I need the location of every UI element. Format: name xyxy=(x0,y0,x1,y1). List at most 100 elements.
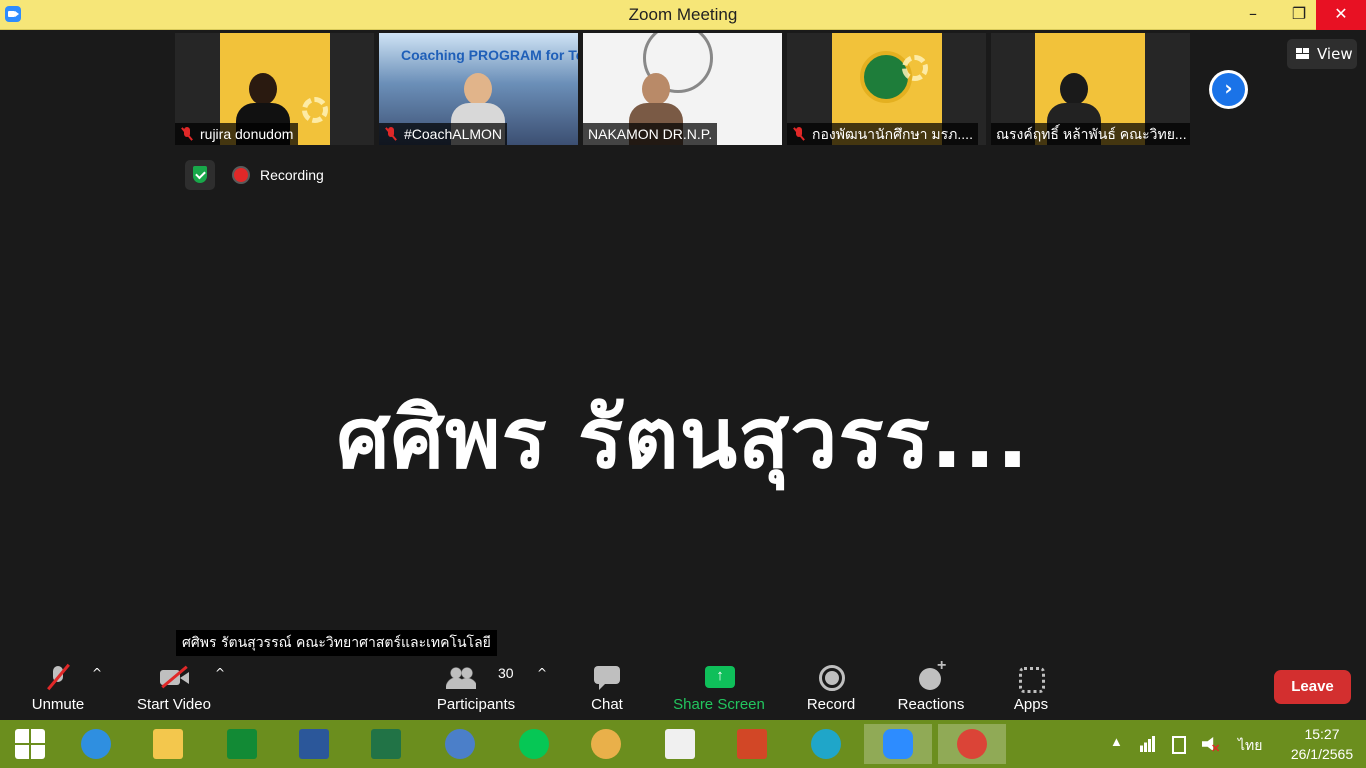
participant-name-bar: rujira donudom xyxy=(175,123,299,145)
share-screen-button[interactable]: ↑ Share Screen xyxy=(668,658,770,720)
start-video-label: Start Video xyxy=(137,696,211,713)
participant-tile[interactable]: กองพัฒนานักศึกษา มรภ.... xyxy=(787,33,986,145)
chat-button[interactable]: Chat xyxy=(575,658,639,720)
word-icon xyxy=(299,729,329,759)
file-explorer-icon xyxy=(153,729,183,759)
apps-button[interactable]: Apps xyxy=(1004,658,1058,720)
meeting-controls: Unmute ^ Start Video ^ 30 Participants ^… xyxy=(0,657,1366,720)
chat-label: Chat xyxy=(591,696,623,713)
apps-label: Apps xyxy=(1013,696,1049,713)
close-button[interactable]: ✕ xyxy=(1316,0,1366,30)
clock-time[interactable]: 15:27 xyxy=(1280,726,1364,742)
taskbar-powerpoint[interactable] xyxy=(732,724,772,764)
window-titlebar: Zoom Meeting – ❐ ✕ xyxy=(0,0,1366,30)
line-icon xyxy=(519,729,549,759)
taskbar-edge[interactable] xyxy=(806,724,846,764)
participant-name: NAKAMON DR.N.P. xyxy=(588,126,713,142)
battery-icon[interactable] xyxy=(1172,736,1186,754)
minimize-button[interactable]: – xyxy=(1230,0,1276,30)
excel-icon xyxy=(371,729,401,759)
taskbar-internet-explorer[interactable] xyxy=(76,724,116,764)
record-dot-icon xyxy=(234,168,248,182)
meeting-stage: rujira donudom Coaching PROGRAM for Teac… xyxy=(0,30,1366,658)
mic-muted-icon xyxy=(180,127,194,141)
taskbar-lisrel[interactable] xyxy=(660,724,700,764)
internet-explorer-icon xyxy=(81,729,111,759)
participants-icon xyxy=(446,663,476,691)
security-shield-icon[interactable] xyxy=(185,160,215,190)
participant-name: กองพัฒนานักศึกษา มรภ.... xyxy=(812,126,973,142)
powerpoint-icon xyxy=(737,729,767,759)
smiley-plus-icon xyxy=(917,657,946,691)
start-button[interactable] xyxy=(10,724,50,764)
participants-button[interactable]: 30 Participants xyxy=(430,658,522,720)
mic-muted-icon xyxy=(384,127,398,141)
grid-view-icon xyxy=(1296,48,1309,59)
recording-label: Recording xyxy=(260,167,324,183)
start-video-button[interactable]: Start Video xyxy=(128,658,220,720)
taskbar-paint[interactable] xyxy=(586,724,626,764)
poster-text: Coaching PROGRAM for Teacher xyxy=(401,47,578,63)
taskbar-math-input[interactable] xyxy=(440,724,480,764)
volume-muted-icon: ✕ xyxy=(1211,743,1221,755)
taskbar-line[interactable] xyxy=(514,724,554,764)
reactions-label: Reactions xyxy=(897,696,965,713)
participant-name-bar: ณรงค์ฤทธิ์ หล้าพันธ์ คณะวิทย... xyxy=(991,123,1190,145)
active-speaker-label: ศศิพร รัตนสุวรรณ์ คณะวิทยาศาสตร์และเทคโน… xyxy=(176,630,497,656)
unmute-button[interactable]: Unmute xyxy=(20,658,96,720)
audio-options-caret[interactable]: ^ xyxy=(92,666,102,680)
participant-name: #CoachALMON xyxy=(404,126,503,142)
reactions-button[interactable]: Reactions xyxy=(890,657,972,720)
participant-tile[interactable]: rujira donudom xyxy=(175,33,374,145)
share-screen-icon: ↑ xyxy=(705,663,735,691)
math-input-icon xyxy=(445,729,475,759)
mic-muted-icon xyxy=(792,127,806,141)
store-icon xyxy=(227,729,257,759)
leave-button[interactable]: Leave xyxy=(1274,670,1351,704)
participant-tile[interactable]: Coaching PROGRAM for Teacher #CoachALMON xyxy=(379,33,578,145)
participant-name-bar: #CoachALMON xyxy=(379,123,508,145)
participant-name-bar: NAKAMON DR.N.P. xyxy=(583,123,718,145)
recording-indicator[interactable]: Recording xyxy=(226,160,334,190)
taskbar-zoom[interactable] xyxy=(864,724,932,764)
participant-tile[interactable]: NAKAMON DR.N.P. xyxy=(583,33,782,145)
unmute-label: Unmute xyxy=(31,696,85,713)
participant-name: rujira donudom xyxy=(200,126,294,142)
video-off-icon xyxy=(160,663,189,691)
active-speaker-name: ศศิพร รัตนสุวรร... xyxy=(336,389,1030,487)
chat-icon xyxy=(593,663,621,691)
window-title: Zoom Meeting xyxy=(628,5,738,24)
zoom-icon xyxy=(883,729,913,759)
lisrel-icon xyxy=(665,729,695,759)
windows-taskbar: ▲ ✕ ไทย 15:27 26/1/2565 xyxy=(0,720,1366,768)
windows-start-icon xyxy=(15,729,45,759)
paint-icon xyxy=(591,729,621,759)
taskbar-chrome[interactable] xyxy=(938,724,1006,764)
clock-date[interactable]: 26/1/2565 xyxy=(1280,746,1364,762)
chevron-right-icon: › xyxy=(1224,76,1233,100)
show-hidden-icons-icon[interactable]: ▲ xyxy=(1110,734,1123,749)
network-icon[interactable] xyxy=(1140,736,1156,752)
taskbar-word[interactable] xyxy=(294,724,334,764)
next-page-button[interactable]: › xyxy=(1209,70,1248,109)
view-label: View xyxy=(1317,45,1353,63)
taskbar-store[interactable] xyxy=(222,724,262,764)
taskbar-excel[interactable] xyxy=(366,724,406,764)
input-language[interactable]: ไทย xyxy=(1238,735,1262,757)
video-options-caret[interactable]: ^ xyxy=(215,666,225,680)
participants-options-caret[interactable]: ^ xyxy=(537,666,547,680)
gear-decoration xyxy=(302,97,328,123)
record-icon xyxy=(817,663,845,691)
participant-name-bar: กองพัฒนานักศึกษา มรภ.... xyxy=(787,123,978,145)
taskbar-file-explorer[interactable] xyxy=(148,724,188,764)
gear-decoration xyxy=(902,55,928,81)
view-button[interactable]: View xyxy=(1287,39,1357,69)
share-screen-label: Share Screen xyxy=(673,696,765,713)
chrome-icon xyxy=(957,729,987,759)
participants-label: Participants xyxy=(436,696,516,713)
apps-icon xyxy=(1017,663,1045,693)
edge-icon xyxy=(811,729,841,759)
participant-tile[interactable]: ณรงค์ฤทธิ์ หล้าพันธ์ คณะวิทย... xyxy=(991,33,1190,145)
record-button[interactable]: Record xyxy=(798,658,864,720)
system-tray: ▲ ✕ ไทย 15:27 26/1/2565 xyxy=(1108,720,1366,768)
